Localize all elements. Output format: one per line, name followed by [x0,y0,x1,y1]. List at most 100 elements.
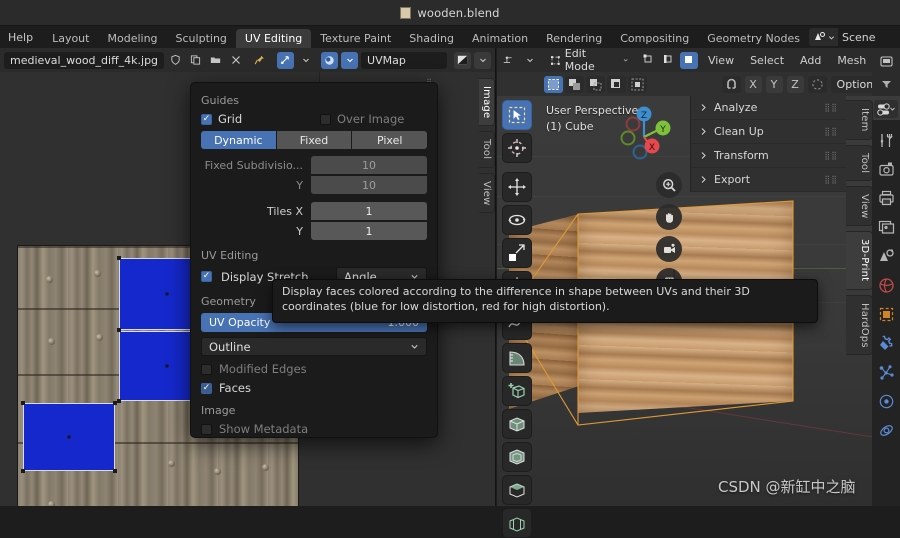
unlink-image-icon[interactable] [227,51,245,69]
tweak-select-icon[interactable] [544,75,563,93]
axis-button-z[interactable]: Z [786,75,804,93]
rotate-tool-icon[interactable] [502,205,532,235]
zoom-icon[interactable] [656,172,682,198]
pivot-point-icon[interactable] [277,51,295,69]
inset-faces-tool-icon[interactable] [502,442,532,472]
workspace-tab-modeling[interactable]: Modeling [98,29,166,48]
workspace-tab-animation[interactable]: Animation [463,29,537,48]
axis-button-y[interactable]: Y [765,75,783,93]
menu-help[interactable]: Help [0,26,43,48]
workspace-tab-sculpting[interactable]: Sculpting [167,29,236,48]
workspace-tab-texture-paint[interactable]: Texture Paint [311,29,400,48]
properties-editor-selector[interactable] [874,100,898,118]
viewport-menu-mesh[interactable]: Mesh [831,54,872,67]
workspace-tab-shading[interactable]: Shading [400,29,463,48]
npanel-item-clean-up[interactable]: Clean Up ⣿⣿ [691,120,846,144]
view-layer-properties-icon[interactable] [876,217,896,237]
uvmap-name-field[interactable]: UVMap [361,51,447,69]
face-select-icon[interactable] [679,51,698,69]
overlay-popover[interactable]: Guides ✓ Grid Over Image Dynamic Fixed P… [190,82,438,438]
display-as-dropdown[interactable]: Outline [201,337,427,356]
modifier-properties-icon[interactable] [876,333,896,353]
magnet-icon[interactable] [721,75,741,93]
viewport-menu-select[interactable]: Select [744,54,790,67]
display-channels-icon[interactable] [454,51,471,69]
fixed-subdivisions-x-field[interactable]: 10 [311,156,427,174]
uv-tab-image[interactable]: Image [479,78,495,127]
folder-icon[interactable] [207,51,225,69]
proportional-edit-icon[interactable] [807,75,827,93]
select-lasso-icon[interactable] [607,75,626,93]
npanel-tab-tool[interactable]: Tool [846,144,873,181]
pin-image-icon[interactable] [251,51,269,69]
uv-tab-tool[interactable]: Tool [479,131,495,168]
display-stretch-checkbox[interactable]: ✓ [201,271,212,282]
npanel-tab-3d-print[interactable]: 3D-Print [846,231,873,290]
navigation-gizmo[interactable]: Z Y X [607,100,677,170]
image-name-field[interactable]: medieval_wood_diff_4k.jpg [4,51,165,69]
pivot-chevron-down-icon[interactable] [297,51,315,69]
popover-row-faces[interactable]: ✓ Faces [201,381,427,395]
npanel-item-analyze[interactable]: Analyze ⣿⣿ [691,96,846,120]
extrude-region-tool-icon[interactable] [502,409,532,439]
workspace-tab-compositing[interactable]: Compositing [611,29,698,48]
scale-tool-icon[interactable] [502,238,532,268]
npanel-item-export[interactable]: Export ⣿⣿ [691,168,846,192]
scene-browse-button[interactable] [808,28,838,46]
grid-checkbox-group[interactable]: ✓ Grid [201,112,313,126]
uv-face-left[interactable] [23,403,115,471]
modified-edges-checkbox[interactable] [201,363,212,375]
mode-selector[interactable]: Edit Mode [546,48,633,72]
tiles-x-field[interactable]: 1 [311,202,427,220]
render-properties-icon[interactable] [876,159,896,179]
grid-mode-dynamic[interactable]: Dynamic [201,131,276,149]
over-image-checkbox[interactable] [320,113,331,125]
sticky-chevron-down-icon[interactable] [341,51,359,69]
move-tool-icon[interactable] [502,172,532,202]
world-properties-icon[interactable] [876,275,896,295]
popover-row-show-metadata[interactable]: Show Metadata [201,422,427,436]
npanel-tab-item[interactable]: Item [846,100,873,140]
add-cube-tool-icon[interactable] [502,376,532,406]
npanel-tab-hardops[interactable]: HardOps [846,294,873,356]
output-properties-icon[interactable] [876,188,896,208]
view3d-editor-icon[interactable] [500,51,517,69]
uv-tab-view[interactable]: View [479,172,495,214]
pan-hand-icon[interactable] [656,204,682,230]
editor-chevron-down-icon[interactable] [521,51,538,69]
faces-checkbox[interactable]: ✓ [201,382,212,394]
npanel-item-transform[interactable]: Transform ⣿⣿ [691,144,846,168]
physics-properties-icon[interactable] [876,391,896,411]
grid-mode-fixed[interactable]: Fixed [276,131,352,149]
measure-tool-icon[interactable] [502,343,532,373]
select-extend-icon[interactable] [628,75,647,93]
camera-icon[interactable] [656,236,682,262]
popover-row-modified-edges[interactable]: Modified Edges [201,362,427,376]
shield-icon[interactable] [167,51,185,69]
viewport-menu-add[interactable]: Add [794,54,827,67]
loop-cut-tool-icon[interactable] [502,508,532,538]
object-properties-icon[interactable] [876,304,896,324]
vertex-select-icon[interactable] [639,51,658,69]
over-image-checkbox-group[interactable]: Over Image [320,112,404,126]
scene-name-field[interactable]: Scene [837,28,900,46]
bevel-tool-icon[interactable] [502,475,532,505]
tiles-y-field[interactable]: 1 [311,222,427,240]
npanel-tab-view[interactable]: View [846,185,873,227]
workspace-tab-geometry-nodes[interactable]: Geometry Nodes [698,29,809,48]
duplicate-icon[interactable] [187,51,205,69]
axis-button-x[interactable]: X [744,75,762,93]
workspace-tab-rendering[interactable]: Rendering [537,29,611,48]
workspace-tab-uv-editing[interactable]: UV Editing [235,29,312,48]
sticky-select-icon[interactable] [321,51,339,69]
cursor-tool-icon[interactable] [502,133,532,163]
grid-mode-pixel[interactable]: Pixel [352,131,428,149]
select-circle-icon[interactable] [586,75,605,93]
grid-checkbox[interactable]: ✓ [201,113,212,125]
properties-editor-icon[interactable] [876,51,896,71]
tool-properties-icon[interactable] [876,130,896,150]
filter-icon[interactable] [876,74,896,94]
scene-properties-icon[interactable] [876,246,896,266]
edge-select-icon[interactable] [659,51,678,69]
constraint-properties-icon[interactable] [876,420,896,440]
